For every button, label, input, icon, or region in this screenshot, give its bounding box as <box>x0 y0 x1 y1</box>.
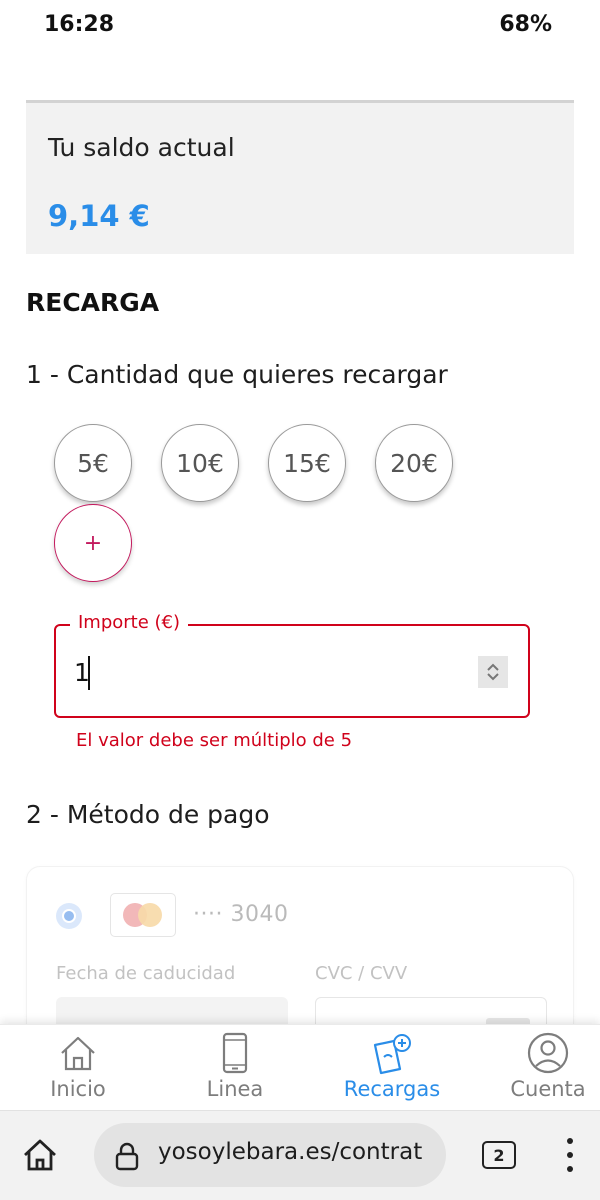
url-bar[interactable]: yosoylebara.es/contrat <box>94 1123 446 1187</box>
more-menu-icon[interactable] <box>560 1135 580 1175</box>
amount-5-button[interactable]: 5€ <box>54 424 132 502</box>
url-text: yosoylebara.es/contrat <box>158 1139 423 1165</box>
topup-icon <box>373 1034 411 1075</box>
nav-item-cuenta[interactable]: Cuenta <box>473 1025 600 1111</box>
stepper-up-icon[interactable] <box>486 662 500 672</box>
amount-field-label: Importe (€) <box>70 612 189 633</box>
amount-error-message: El valor debe ser múltiplo de 5 <box>76 730 353 751</box>
account-icon <box>527 1032 569 1074</box>
card-number: ···· 3040 <box>193 902 289 927</box>
stepper-down-icon[interactable] <box>486 672 500 682</box>
nav-item-linea[interactable]: Linea <box>160 1025 310 1111</box>
cvc-label: CVC / CVV <box>315 963 408 984</box>
balance-value: 9,14 € <box>48 199 150 233</box>
tab-switcher-button[interactable]: 2 <box>482 1141 516 1169</box>
payment-radio[interactable] <box>56 903 82 929</box>
status-time: 16:28 <box>44 12 115 37</box>
number-stepper[interactable] <box>478 656 508 688</box>
nav-label-cuenta: Cuenta <box>510 1077 586 1101</box>
lock-icon <box>115 1142 139 1171</box>
step1-title: 1 - Cantidad que quieres recargar <box>26 360 448 389</box>
browser-toolbar: yosoylebara.es/contrat 2 <box>0 1110 600 1200</box>
nav-item-inicio[interactable]: Inicio <box>3 1025 153 1111</box>
balance-card: Tu saldo actual 9,14 € <box>26 100 574 254</box>
home-icon <box>61 1036 95 1071</box>
expiry-label: Fecha de caducidad <box>56 963 236 984</box>
amount-field[interactable]: Importe (€) <box>54 612 530 718</box>
amount-20-button[interactable]: 20€ <box>375 424 453 502</box>
nav-label-inicio: Inicio <box>50 1077 106 1101</box>
step2-title: 2 - Método de pago <box>26 800 270 829</box>
recharge-title: RECARGA <box>26 288 160 317</box>
phone-icon <box>222 1032 248 1074</box>
more-amounts-button[interactable]: + <box>54 504 132 582</box>
browser-home-icon[interactable] <box>20 1135 60 1175</box>
amount-15-button[interactable]: 15€ <box>268 424 346 502</box>
text-caret <box>88 656 90 690</box>
status-bar: 16:28 68% <box>0 0 600 56</box>
nav-item-recargas[interactable]: Recargas <box>317 1025 467 1111</box>
nav-label-recargas: Recargas <box>343 1077 441 1101</box>
battery-level: 68% <box>499 12 552 37</box>
bottom-nav: Inicio Linea Recargas Cuenta <box>0 1024 600 1110</box>
balance-label: Tu saldo actual <box>48 133 235 162</box>
amount-10-button[interactable]: 10€ <box>161 424 239 502</box>
mastercard-icon <box>110 893 176 937</box>
nav-label-linea: Linea <box>206 1077 264 1101</box>
amount-input[interactable] <box>74 654 454 690</box>
